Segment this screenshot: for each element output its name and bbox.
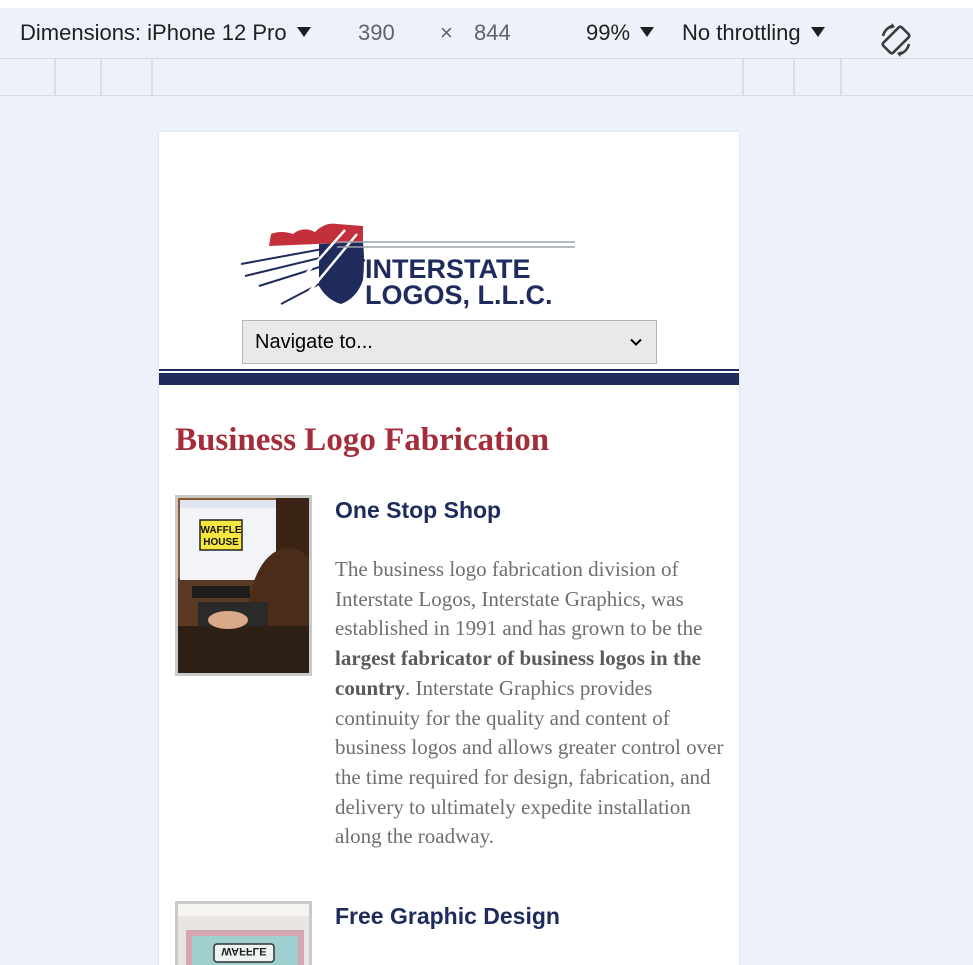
device-dimensions-dropdown[interactable]: Dimensions: iPhone 12 Pro [20, 20, 311, 46]
chevron-down-icon [296, 27, 311, 37]
media-query-marker[interactable] [100, 59, 102, 95]
media-query-marker[interactable] [742, 59, 744, 95]
height-input[interactable]: 844 [474, 20, 511, 46]
device-toolbar: Dimensions: iPhone 12 Pro 390 × 844 99% … [0, 0, 973, 58]
zoom-dropdown[interactable]: 99% [586, 20, 655, 46]
navigate-to-select[interactable]: Navigate to... [242, 320, 657, 364]
chevron-down-icon [640, 27, 655, 37]
mirrored-waffle-sign: WAFFLE [221, 945, 266, 957]
one-stop-shop-photo: WAFFLE HOUSE [175, 495, 312, 676]
page-title: Business Logo Fabrication [175, 422, 550, 458]
throttling-label: No throttling [682, 20, 801, 45]
zoom-label: 99% [586, 20, 631, 45]
waffle-sign-line-1: WAFFLE [200, 525, 241, 536]
logo-line-2: LOGOS, L.L.C. [365, 280, 553, 310]
free-graphic-design-heading: Free Graphic Design [335, 903, 560, 929]
device-dimensions-label: Dimensions: iPhone 12 Pro [20, 20, 287, 45]
media-query-marker[interactable] [54, 59, 56, 95]
chevron-down-icon [810, 27, 825, 37]
times-symbol: × [440, 20, 453, 45]
device-viewport: INTERSTATE LOGOS, L.L.C. Navigate to... … [159, 132, 739, 965]
rotate-device-icon[interactable] [878, 22, 914, 58]
header-divider-stripe [159, 369, 739, 385]
interstate-logos-logo[interactable]: INTERSTATE LOGOS, L.L.C. [241, 220, 577, 310]
throttling-dropdown[interactable]: No throttling [682, 20, 825, 46]
media-query-bar [0, 58, 973, 96]
width-input[interactable]: 390 [358, 20, 395, 46]
waffle-sign-line-2: HOUSE [203, 537, 239, 548]
one-stop-shop-heading: One Stop Shop [335, 497, 502, 523]
chevron-down-icon [630, 338, 642, 346]
media-query-marker[interactable] [793, 59, 795, 95]
navigate-to-selected-value: Navigate to... [255, 330, 373, 353]
free-graphic-design-photo: WAFFLE [175, 901, 312, 965]
media-query-marker[interactable] [840, 59, 842, 95]
media-query-marker[interactable] [151, 59, 153, 95]
one-stop-shop-body: The business logo fabrication division o… [335, 557, 724, 849]
